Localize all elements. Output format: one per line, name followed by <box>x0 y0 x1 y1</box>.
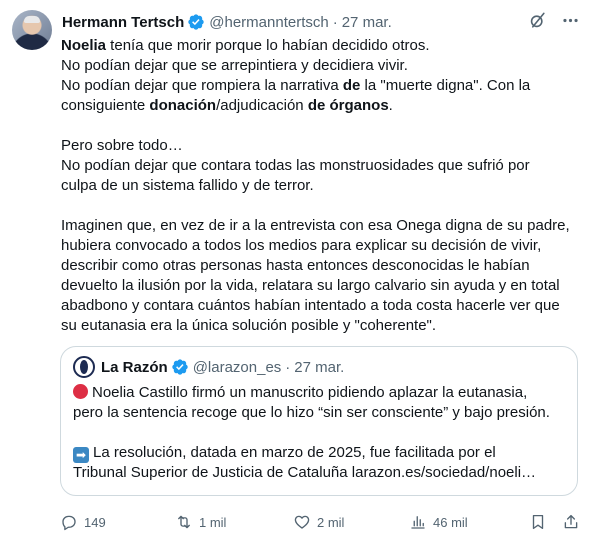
views-chart-icon <box>411 516 425 529</box>
tweet-line: su eutanasia era la única solución posib… <box>61 317 437 334</box>
tweet-text-span: consiguiente <box>61 97 150 114</box>
tweet-line: Pero sobre todo… <box>61 137 183 154</box>
share-icon <box>564 514 578 529</box>
tweet-text: Noelia tenía que morir porque lo habían … <box>61 36 581 336</box>
quoted-text-span: La resolución, datada en marzo de 2025, … <box>93 444 496 461</box>
more-options-icon[interactable] <box>561 11 580 30</box>
tweet-line: No podían dejar que contara todas las mo… <box>61 157 530 174</box>
bold-word: de órganos <box>307 97 389 114</box>
reply-count: 149 <box>84 514 106 530</box>
share-button[interactable] <box>562 513 580 531</box>
views-count: 46 mil <box>433 514 468 530</box>
quoted-text-span: Noelia Castillo firmó un manuscrito pidi… <box>92 384 528 401</box>
tweet-line: devuelto la ilusión por la vida, relatar… <box>61 277 560 294</box>
grok-icon[interactable] <box>528 11 547 30</box>
bookmark-button[interactable] <box>529 513 547 531</box>
tweet-line: Noelia tenía que morir porque lo habían … <box>61 36 581 56</box>
repost-button[interactable]: 1 mil <box>175 513 226 531</box>
repost-count: 1 mil <box>199 514 227 530</box>
tweet-text-span: . <box>388 97 393 114</box>
reply-button[interactable]: 149 <box>60 513 106 531</box>
quoted-tweet[interactable]: La Razón @larazon_es · 27 mar. Noelia Ca… <box>60 346 578 496</box>
tweet-date[interactable]: 27 mar. <box>342 14 392 31</box>
tweet-text-span: la "muerte digna". Con la <box>360 77 531 94</box>
red-circle-icon <box>73 384 88 399</box>
tweet-line: No podían dejar que se arrepintiera y de… <box>61 57 408 74</box>
right-arrow-icon: ➡ <box>73 447 89 463</box>
like-button[interactable]: 2 mil <box>293 513 344 531</box>
heart-icon <box>294 515 310 529</box>
repost-icon <box>178 515 190 529</box>
tweet-line: culpa de un sistema fallido y de terror. <box>61 177 314 194</box>
verified-badge-icon <box>172 359 188 375</box>
tweet-text-span: tenía que morir porque lo habían decidid… <box>106 37 430 54</box>
author-avatar[interactable] <box>12 10 52 50</box>
bookmark-icon <box>532 514 544 530</box>
separator-dot: · <box>332 13 338 31</box>
tweet-line: consiguiente donación/adjudicación de ór… <box>61 96 581 116</box>
quoted-tweet-header: La Razón @larazon_es · 27 mar. <box>73 356 565 378</box>
tweet-line: describir como otras personas hasta ento… <box>61 257 530 274</box>
quoted-author-handle: @larazon_es <box>192 358 282 376</box>
quoted-author-name: La Razón <box>101 358 168 376</box>
bold-word: donación <box>149 97 217 114</box>
tweet-line: Imaginen que, en vez de ir a la entrevis… <box>61 217 570 234</box>
tweet-line: hubiera convocado a todos los medios par… <box>61 237 542 254</box>
bold-word: Noelia <box>61 37 107 54</box>
like-count: 2 mil <box>317 514 345 530</box>
tweet-line: No podían dejar que rompiera la narrativ… <box>61 76 581 96</box>
quoted-tweet-text: Noelia Castillo firmó un manuscrito pidi… <box>73 383 565 483</box>
bold-word: de <box>342 77 361 94</box>
quoted-line: pero la sentencia recoge que lo hizo “si… <box>73 404 550 421</box>
tweet-text-span: No podían dejar que rompiera la narrativ… <box>61 77 343 94</box>
author-handle[interactable]: @hermanntertsch <box>209 14 328 31</box>
quoted-line: Noelia Castillo firmó un manuscrito pidi… <box>73 383 565 403</box>
verified-badge-icon <box>188 14 204 30</box>
separator-dot: · <box>285 358 291 376</box>
author-name[interactable]: Hermann Tertsch <box>62 14 184 31</box>
quoted-author-avatar <box>73 356 95 378</box>
quoted-tweet-date: 27 mar. <box>294 358 345 376</box>
tweet-header: Hermann Tertsch @hermanntertsch · 27 mar… <box>62 12 582 32</box>
quoted-line: ➡ La resolución, datada en marzo de 2025,… <box>73 443 565 463</box>
reply-icon <box>62 515 76 531</box>
header-actions <box>528 11 580 30</box>
tweet-line: abadbono y contara cuántos habían intent… <box>61 297 560 314</box>
views-button[interactable]: 46 mil <box>409 513 468 531</box>
tweet-actions-bar: 149 1 mil 2 mil 46 mil <box>60 511 582 533</box>
quoted-line: Tribunal Superior de Justicia de Cataluñ… <box>73 464 537 481</box>
tweet-text-span: /adjudicación <box>216 97 308 114</box>
